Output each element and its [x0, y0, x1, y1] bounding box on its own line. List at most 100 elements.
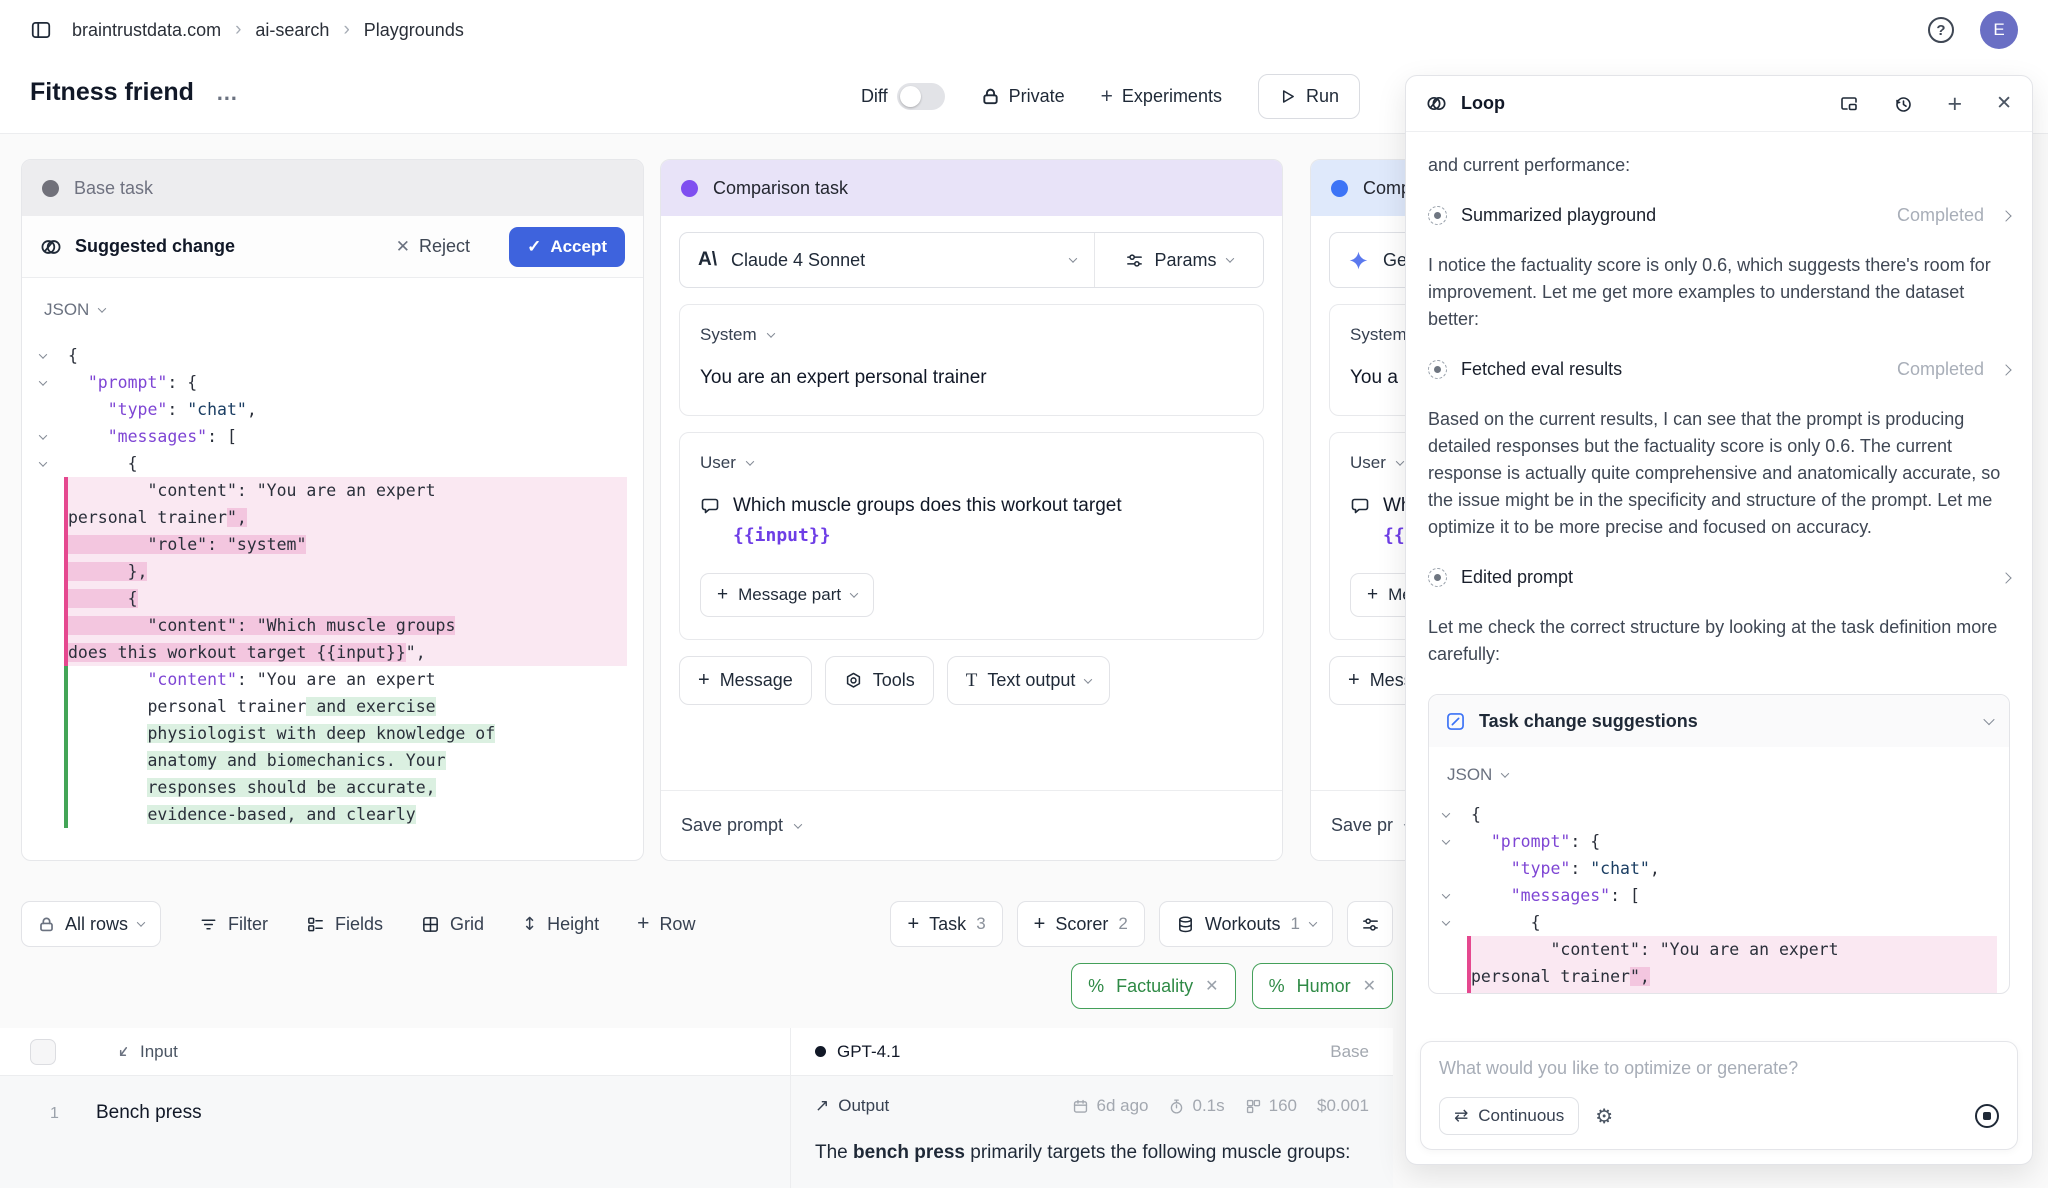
- dataset-select[interactable]: Workouts 1: [1159, 901, 1333, 947]
- tool-status: Completed: [1897, 205, 1984, 226]
- fold-chevron-icon[interactable]: [1442, 890, 1450, 898]
- diff-removed-bar: [64, 585, 68, 612]
- model-column-header[interactable]: GPT-4.1: [815, 1042, 900, 1062]
- base-task-title: Base task: [74, 178, 153, 199]
- gear-icon[interactable]: ⚙: [1595, 1104, 1613, 1128]
- language-select[interactable]: JSON: [32, 294, 627, 320]
- private-button[interactable]: Private: [981, 86, 1065, 107]
- select-all-checkbox[interactable]: [30, 1039, 56, 1065]
- sidebar-toggle-icon[interactable]: [30, 19, 52, 41]
- tools-button[interactable]: Tools: [825, 656, 934, 705]
- title-menu-icon[interactable]: …: [216, 80, 240, 106]
- column-settings-button[interactable]: [1347, 901, 1393, 947]
- suggestions-code-block[interactable]: { "prompt": { "type": "chat", "messages"…: [1435, 801, 1997, 994]
- experiments-button[interactable]: + Experiments: [1101, 85, 1222, 109]
- add-scorer-button[interactable]: +Scorer2: [1017, 901, 1145, 947]
- remove-scorer-icon[interactable]: ✕: [1205, 976, 1218, 996]
- add-row-button[interactable]: + Row: [637, 912, 695, 936]
- add-message-button[interactable]: +Message: [679, 656, 812, 705]
- loop-logo-icon: [1426, 93, 1447, 114]
- system-message-card[interactable]: System You are an expert personal traine…: [679, 304, 1264, 416]
- base-code-block[interactable]: { "prompt": { "type": "chat", "messages"…: [32, 342, 627, 828]
- all-rows-filter[interactable]: All rows: [21, 901, 161, 947]
- dataset-count: 1: [1291, 914, 1300, 934]
- tool-call-row[interactable]: Fetched eval resultsCompleted: [1428, 359, 2010, 380]
- run-button[interactable]: Run: [1258, 74, 1360, 119]
- breadcrumb: braintrustdata.com › ai-search › Playgrounds: [72, 19, 464, 41]
- system-message-text[interactable]: You are an expert personal trainer: [700, 363, 1243, 393]
- user-role-select[interactable]: User: [700, 453, 1243, 473]
- fold-chevron-icon[interactable]: [1442, 809, 1450, 817]
- close-icon[interactable]: ✕: [1996, 92, 2012, 115]
- save-prompt-button[interactable]: Save prompt: [661, 790, 1282, 860]
- input-column-header[interactable]: Input: [116, 1042, 178, 1062]
- loop-feed: and current performance:Summarized playg…: [1406, 132, 2032, 994]
- loop-message-text: Let me check the correct structure by lo…: [1428, 614, 2010, 668]
- breadcrumb-item[interactable]: Playgrounds: [364, 20, 464, 41]
- topbar: braintrustdata.com › ai-search › Playgrounds…: [0, 0, 2048, 60]
- suggested-change-bar: Suggested change ✕Reject ✓Accept: [22, 216, 643, 278]
- filter-button[interactable]: Filter: [199, 914, 268, 935]
- avatar[interactable]: E: [1980, 11, 2018, 49]
- row-height-button[interactable]: ↕ Height: [522, 914, 599, 935]
- fold-chevron-icon[interactable]: [1442, 917, 1450, 925]
- code-line: anatomy and biomechanics. Your: [32, 747, 627, 774]
- breadcrumb-item[interactable]: ai-search: [255, 20, 329, 41]
- message-bubble-icon: [700, 496, 720, 516]
- arrow-up-right-icon: ↗: [815, 1096, 829, 1116]
- check-icon: ✓: [527, 237, 541, 257]
- grid-toolbar: All rows Filter Fields Grid ↕ Height + R…: [21, 900, 1393, 948]
- breadcrumb-separator: ›: [235, 19, 241, 41]
- tool-call-row[interactable]: Summarized playgroundCompleted: [1428, 205, 2010, 226]
- json-editor[interactable]: JSON { "prompt": { "type": "chat", "mess…: [22, 278, 643, 828]
- suggestions-card-header[interactable]: Task change suggestions: [1429, 695, 2009, 747]
- pop-out-icon[interactable]: [1839, 94, 1859, 114]
- loop-input[interactable]: [1439, 1058, 1999, 1079]
- scorer-pill[interactable]: %Factuality✕: [1071, 963, 1235, 1009]
- message-part-button[interactable]: +Message part: [700, 573, 874, 617]
- system-role-select[interactable]: System: [700, 325, 1243, 345]
- language-select[interactable]: JSON: [1435, 759, 1997, 785]
- diff-label: Diff: [861, 86, 888, 107]
- table-row[interactable]: 1 Bench press ↗ Output 6d ago: [0, 1076, 1393, 1188]
- diff-removed-bar: [64, 558, 68, 585]
- diff-added-bar: [64, 747, 68, 774]
- loop-panel: Loop + ✕ and current performance:Summari…: [1405, 75, 2033, 1165]
- diff-switch[interactable]: [897, 83, 945, 110]
- task-change-suggestions-card[interactable]: Task change suggestions JSON { "prompt":…: [1428, 694, 2010, 994]
- tool-call-row[interactable]: Edited prompt: [1428, 567, 2010, 588]
- chevron-down-icon: [1069, 254, 1077, 262]
- diff-toggle[interactable]: Diff: [861, 83, 945, 110]
- fields-button[interactable]: Fields: [306, 914, 383, 935]
- scorer-pill[interactable]: %Humor✕: [1252, 963, 1393, 1009]
- breadcrumb-separator: ›: [343, 19, 349, 41]
- breadcrumb-item[interactable]: braintrustdata.com: [72, 20, 221, 41]
- accept-button[interactable]: ✓Accept: [509, 227, 625, 267]
- scorer-pill-label: Factuality: [1116, 976, 1193, 997]
- params-button[interactable]: Params: [1095, 233, 1263, 287]
- loop-message-text: I notice the factuality score is only 0.…: [1428, 252, 2010, 333]
- history-icon[interactable]: [1893, 94, 1913, 114]
- continuous-mode-button[interactable]: ⇄ Continuous: [1439, 1097, 1579, 1135]
- fold-chevron-icon[interactable]: [1442, 836, 1450, 844]
- new-chat-icon[interactable]: +: [1947, 94, 1962, 114]
- loop-composer: ⇄ Continuous ⚙: [1420, 1041, 2018, 1150]
- model-select[interactable]: A\ Claude 4 Sonnet: [680, 233, 1095, 287]
- stop-button[interactable]: [1975, 1104, 1999, 1128]
- user-message-card[interactable]: User Which muscle groups does this worko…: [679, 432, 1264, 640]
- base-column-label: Base: [1330, 1042, 1369, 1062]
- user-message-text[interactable]: Which muscle groups does this workout ta…: [733, 491, 1122, 551]
- remove-scorer-icon[interactable]: ✕: [1363, 976, 1376, 996]
- fold-chevron-icon[interactable]: [39, 431, 47, 439]
- grid-view-button[interactable]: Grid: [421, 914, 484, 935]
- help-icon[interactable]: ?: [1928, 17, 1954, 43]
- fold-chevron-icon[interactable]: [39, 350, 47, 358]
- row-number: 1: [30, 1102, 90, 1188]
- tool-step-icon: [1428, 206, 1447, 225]
- reject-button[interactable]: ✕Reject: [396, 236, 470, 257]
- fold-chevron-icon[interactable]: [39, 377, 47, 385]
- fold-chevron-icon[interactable]: [39, 458, 47, 466]
- text-output-button[interactable]: T Text output: [947, 656, 1111, 705]
- output-link[interactable]: ↗ Output: [815, 1096, 889, 1116]
- add-task-button[interactable]: +Task3: [890, 901, 1002, 947]
